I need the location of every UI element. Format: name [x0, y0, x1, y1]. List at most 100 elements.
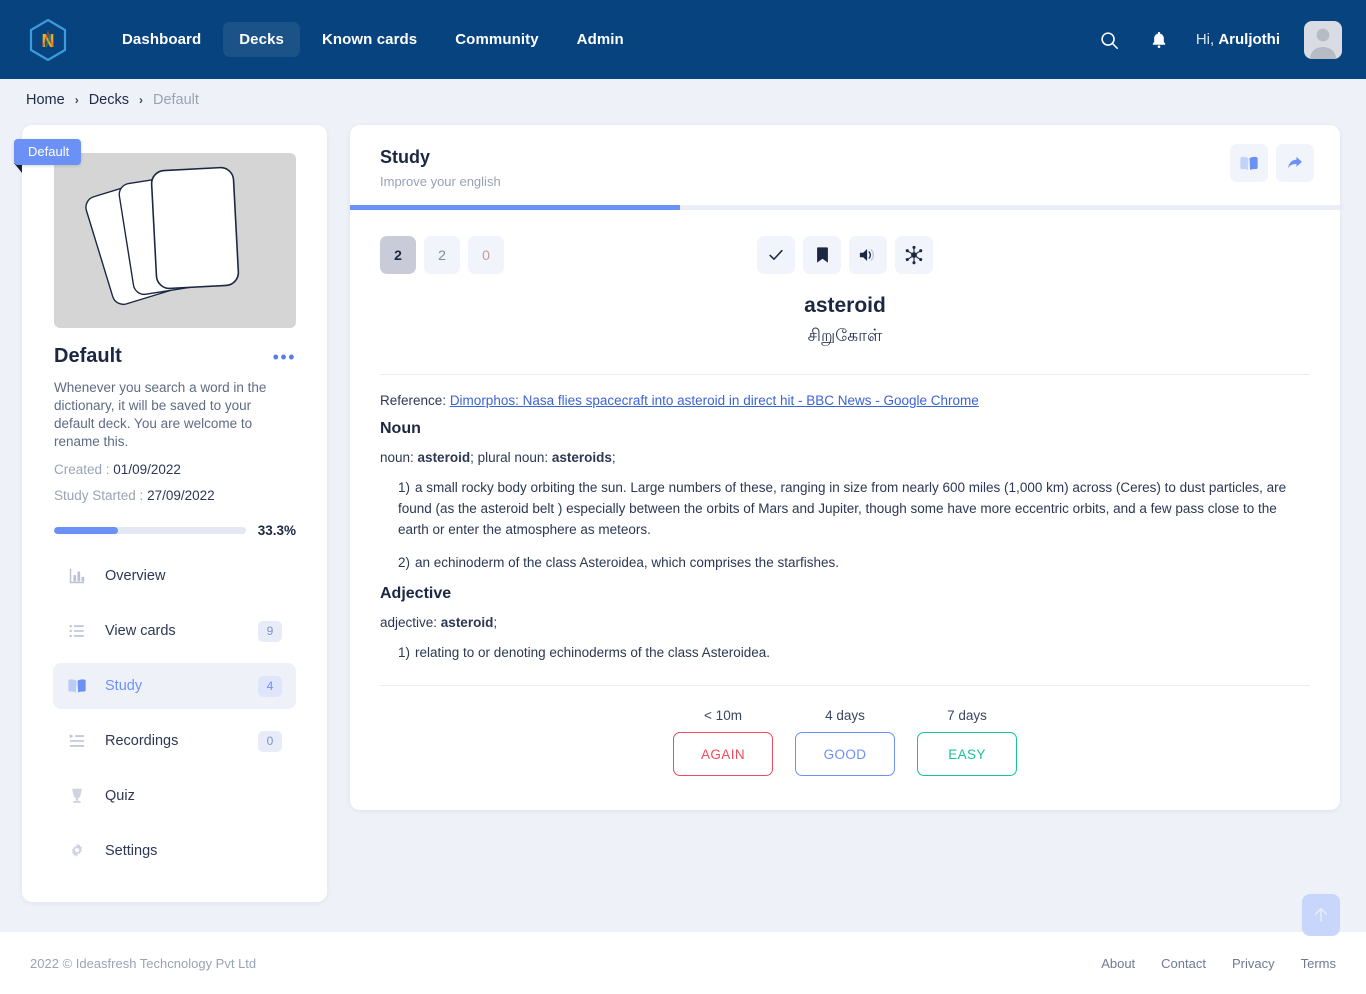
- open-book-icon: [66, 677, 88, 695]
- sidebar-item-label: View cards: [105, 623, 176, 639]
- count-due[interactable]: 0: [468, 236, 504, 274]
- study-toolbar: 2 2 0: [350, 210, 1340, 280]
- trophy-icon: [66, 787, 88, 805]
- count-learning[interactable]: 2: [424, 236, 460, 274]
- sidebar-item-recordings[interactable]: Recordings 0: [53, 718, 296, 764]
- check-icon[interactable]: [757, 236, 795, 274]
- inflection-word: asteroid: [440, 615, 494, 630]
- answer-again-interval: < 10m: [704, 708, 742, 723]
- nav-item-dashboard[interactable]: Dashboard: [106, 22, 217, 57]
- footer-link-terms[interactable]: Terms: [1301, 956, 1336, 971]
- notification-bell-icon[interactable]: [1146, 27, 1172, 53]
- nav-item-known-cards[interactable]: Known cards: [306, 22, 433, 57]
- breadcrumb-decks[interactable]: Decks: [89, 92, 129, 108]
- good-button[interactable]: GOOD: [795, 732, 895, 776]
- study-header-actions: [1230, 144, 1314, 182]
- nav-item-admin[interactable]: Admin: [561, 22, 640, 57]
- speaker-icon[interactable]: [849, 236, 887, 274]
- share-arrow-icon[interactable]: [1276, 144, 1314, 182]
- sidebar-item-badge: 0: [258, 730, 282, 752]
- answer-easy-col: 7 days EASY: [917, 708, 1017, 776]
- greeting-prefix: Hi,: [1195, 31, 1219, 48]
- breadcrumb-separator-2: ›: [138, 93, 143, 107]
- answer-easy-interval: 7 days: [947, 708, 987, 723]
- deck-title: Default: [54, 345, 122, 367]
- card-count-group: 2 2 0: [380, 236, 504, 274]
- definition-number: 1): [398, 645, 411, 660]
- study-panel-header: Study Improve your english: [350, 125, 1340, 205]
- footer-links: About Contact Privacy Terms: [1101, 956, 1336, 971]
- pos-inflection-adjective: adjective: asteroid;: [380, 615, 1310, 630]
- nav-item-community[interactable]: Community: [439, 22, 554, 57]
- app-logo[interactable]: N: [24, 16, 72, 64]
- reference-link[interactable]: Dimorphos: Nasa flies spacecraft into as…: [450, 393, 979, 408]
- deck-ribbon-badge: Default: [14, 139, 82, 165]
- deck-options-icon[interactable]: •••: [273, 348, 296, 366]
- deck-created-label: Created :: [54, 462, 110, 477]
- deck-title-row: Default •••: [54, 345, 296, 368]
- count-new[interactable]: 2: [380, 236, 416, 274]
- deck-description: Whenever you search a word in the dictio…: [54, 380, 267, 449]
- footer-link-privacy[interactable]: Privacy: [1232, 956, 1275, 971]
- sidebar-item-label: Overview: [105, 568, 166, 584]
- sidebar-item-label: Settings: [105, 843, 158, 859]
- nav-item-decks[interactable]: Decks: [223, 22, 300, 57]
- card-front: asteroid சிறுகோள்: [350, 294, 1340, 348]
- user-greeting: Hi, Aruljothi: [1196, 31, 1280, 48]
- definition-number: 2): [398, 555, 411, 570]
- reference-row: Reference: Dimorphos: Nasa flies spacecr…: [380, 393, 1310, 408]
- user-name: Aruljothi: [1218, 31, 1280, 48]
- deck-progress-fill: [54, 527, 118, 534]
- inflection-suffix: ;: [493, 615, 498, 630]
- answer-again-col: < 10m AGAIN: [673, 708, 773, 776]
- sidebar-item-overview[interactable]: Overview: [53, 553, 296, 599]
- breadcrumb-default: Default: [152, 92, 199, 108]
- definition-item: 1) a small rocky body orbiting the sun. L…: [380, 477, 1310, 540]
- deck-progress-percent: 33.3%: [257, 523, 296, 538]
- study-panel: Study Improve your english 2 2 0 asteroi…: [350, 125, 1340, 810]
- sidebar-item-label: Recordings: [105, 733, 179, 749]
- search-icon[interactable]: [1096, 27, 1122, 53]
- pos-heading-noun: Noun: [380, 420, 421, 437]
- deck-created-row: Created : 01/09/2022: [54, 462, 181, 477]
- card-back-content: Reference: Dimorphos: Nasa flies spacecr…: [350, 375, 1340, 663]
- card-word: asteroid: [804, 294, 886, 317]
- answer-good-interval: 4 days: [825, 708, 865, 723]
- footer-link-about[interactable]: About: [1101, 956, 1135, 971]
- avatar[interactable]: [1304, 20, 1342, 59]
- sidebar-item-badge: 9: [258, 620, 282, 642]
- definition-text: relating to or denoting echinoderms of t…: [415, 645, 770, 660]
- bar-chart-icon: [66, 567, 88, 585]
- main-nav-links: Dashboard Decks Known cards Community Ad…: [106, 22, 640, 57]
- sidebar-item-view-cards[interactable]: View cards 9: [53, 608, 296, 654]
- top-navigation-bar: N Dashboard Decks Known cards Community …: [0, 0, 1366, 79]
- pos-inflection-noun: noun: asteroid; plural noun: asteroids;: [380, 450, 1310, 465]
- breadcrumb-separator-1: ›: [74, 93, 79, 107]
- reference-label: Reference:: [380, 393, 447, 408]
- copyright-text: 2022 © Ideasfresh Techcnology Pvt Ltd: [30, 955, 257, 971]
- app-root: N Dashboard Decks Known cards Community …: [0, 0, 1366, 994]
- again-button[interactable]: AGAIN: [673, 732, 773, 776]
- footer-link-contact[interactable]: Contact: [1161, 956, 1206, 971]
- answer-good-col: 4 days GOOD: [795, 708, 895, 776]
- definition-item: 2) an echinoderm of the class Asteroidea,…: [380, 552, 1310, 573]
- playlist-icon: [66, 732, 88, 750]
- definition-text: a small rocky body orbiting the sun. Lar…: [398, 480, 1287, 537]
- inflection-prefix: adjective:: [380, 615, 441, 630]
- breadcrumb: Home › Decks › Default: [0, 79, 1366, 121]
- page-title: Study: [380, 147, 431, 167]
- deck-study-started-label: Study Started :: [54, 488, 144, 503]
- list-icon: [66, 622, 88, 640]
- sidebar-item-study[interactable]: Study 4: [53, 663, 296, 709]
- breadcrumb-home[interactable]: Home: [26, 92, 65, 108]
- book-icon[interactable]: [1230, 144, 1268, 182]
- nav-right-cluster: Hi, Aruljothi: [1096, 20, 1342, 59]
- easy-button[interactable]: EASY: [917, 732, 1017, 776]
- sidebar-item-quiz[interactable]: Quiz: [53, 773, 296, 819]
- sidebar-item-settings[interactable]: Settings: [53, 828, 296, 874]
- deck-created-value: 01/09/2022: [113, 462, 181, 477]
- deck-study-started-value: 27/09/2022: [147, 488, 215, 503]
- network-icon[interactable]: [895, 236, 933, 274]
- bookmark-icon[interactable]: [803, 236, 841, 274]
- scroll-to-top-button[interactable]: [1302, 894, 1340, 936]
